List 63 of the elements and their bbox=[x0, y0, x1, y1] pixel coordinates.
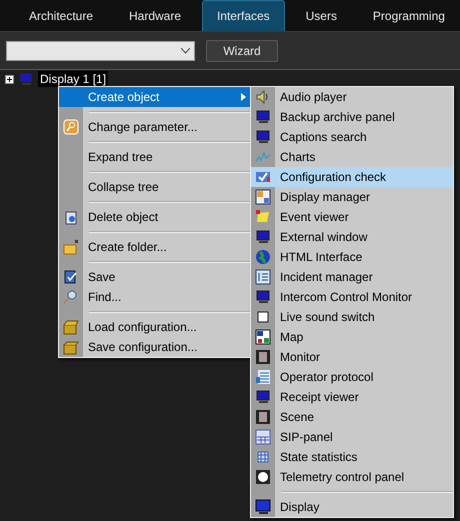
menu-item[interactable]: State statistics bbox=[251, 447, 453, 467]
expand-icon[interactable] bbox=[5, 74, 14, 84]
menu-item[interactable]: Audio player bbox=[251, 87, 453, 107]
note-icon bbox=[255, 209, 271, 225]
menu-item[interactable]: Change parameter... bbox=[59, 117, 251, 137]
menu-item[interactable]: Delete object bbox=[59, 207, 251, 227]
grid-icon bbox=[255, 429, 271, 445]
menu-item[interactable]: SIP-panel bbox=[251, 427, 453, 447]
tab[interactable]: Interfaces bbox=[202, 0, 285, 31]
list-icon bbox=[255, 369, 271, 385]
menu-item[interactable]: Display bbox=[251, 497, 453, 517]
menu-item[interactable]: Live sound switch bbox=[251, 307, 453, 327]
square-icon bbox=[255, 309, 271, 325]
tab[interactable]: Programming bbox=[358, 0, 460, 31]
menu-item[interactable]: Scene bbox=[251, 407, 453, 427]
monitor-icon bbox=[255, 289, 271, 305]
monitor-icon bbox=[255, 389, 271, 405]
menu-item[interactable]: Expand tree bbox=[59, 147, 251, 167]
wizard-button[interactable]: Wizard bbox=[206, 40, 278, 62]
menu-item[interactable]: Collapse tree bbox=[59, 177, 251, 197]
menu-item[interactable]: Receipt viewer bbox=[251, 387, 453, 407]
chevron-icon bbox=[181, 48, 190, 54]
tab[interactable]: Architecture bbox=[14, 0, 108, 31]
map-icon bbox=[255, 329, 271, 345]
menu-item[interactable]: Display manager bbox=[251, 187, 453, 207]
menu-item[interactable]: Captions search bbox=[251, 127, 453, 147]
monitor-icon bbox=[255, 229, 271, 245]
menu-item[interactable]: Load configuration... bbox=[59, 317, 251, 337]
menu-item[interactable]: Monitor bbox=[251, 347, 453, 367]
menu-item[interactable]: Create folder... bbox=[59, 237, 251, 257]
folder-icon bbox=[63, 239, 79, 255]
menu-item[interactable]: Configuration check bbox=[251, 167, 453, 187]
dropdown-field[interactable] bbox=[6, 40, 195, 60]
monitor-icon bbox=[255, 129, 271, 145]
menu-item[interactable]: Find... bbox=[59, 287, 251, 307]
menu-item[interactable]: Charts bbox=[251, 147, 453, 167]
menu-item[interactable]: Create object bbox=[59, 87, 251, 107]
menu-item[interactable]: Backup archive panel bbox=[251, 107, 453, 127]
menu-item[interactable]: Intercom Control Monitor bbox=[251, 287, 453, 307]
menu-item[interactable]: Save configuration... bbox=[59, 337, 251, 357]
menu-item[interactable]: HTML Interface bbox=[251, 247, 453, 267]
box-icon bbox=[63, 319, 79, 335]
menu-item[interactable]: Operator protocol bbox=[251, 367, 453, 387]
menu-item[interactable]: Map bbox=[251, 327, 453, 347]
menu-item[interactable]: Event viewer bbox=[251, 207, 453, 227]
display-icon bbox=[255, 499, 271, 515]
frame-icon bbox=[255, 469, 271, 485]
grid-icon bbox=[255, 449, 271, 465]
check-icon bbox=[255, 169, 271, 185]
box-icon bbox=[63, 339, 79, 355]
search-icon bbox=[63, 289, 79, 305]
tab[interactable]: Hardware bbox=[114, 0, 196, 31]
menu-item[interactable]: Save bbox=[59, 267, 251, 287]
list-icon bbox=[255, 269, 271, 285]
menu-item[interactable]: External window bbox=[251, 227, 453, 247]
menu-item[interactable]: Incident manager bbox=[251, 267, 453, 287]
tab[interactable]: Users bbox=[290, 0, 352, 31]
monitor-icon bbox=[18, 71, 34, 87]
globe-icon bbox=[255, 249, 271, 265]
layout-icon bbox=[255, 189, 271, 205]
monitor-icon bbox=[255, 109, 271, 125]
menu-item[interactable]: Telemetry control panel bbox=[251, 467, 453, 487]
tree-item[interactable]: Display 1 [1] bbox=[38, 71, 108, 87]
